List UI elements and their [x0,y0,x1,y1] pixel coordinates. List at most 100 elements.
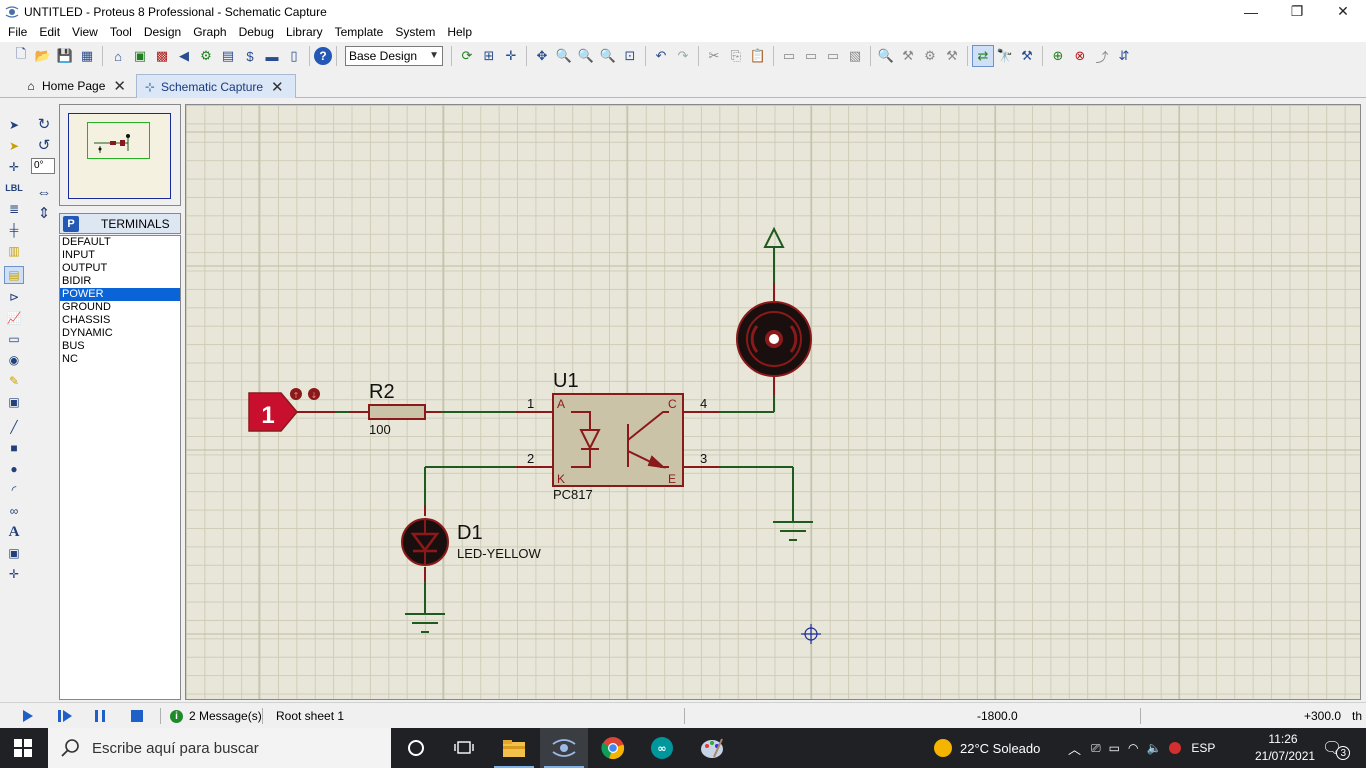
zoom-area-icon[interactable]: ⊡ [619,45,641,67]
list-item[interactable]: INPUT [60,249,180,262]
schematic-icon[interactable]: ▣ [129,45,151,67]
packaging-tool-icon[interactable]: ⚙ [919,45,941,67]
pan-icon[interactable]: ✥ [531,45,553,67]
menu-library[interactable]: Library [280,23,329,42]
menu-edit[interactable]: Edit [33,23,66,42]
taskbar-search-box[interactable]: Escribe aquí para buscar [48,728,391,768]
wire-label-icon[interactable]: LBL [4,179,24,197]
junction-dot-icon[interactable]: ✛ [4,158,24,176]
list-item[interactable]: GROUND [60,301,180,314]
list-item[interactable]: BIDIR [60,275,180,288]
paste-icon[interactable]: 📋 [747,45,769,67]
volume-icon[interactable]: 🔈 [1146,741,1161,755]
goto-sheet-icon[interactable]: ⤴ [1091,45,1113,67]
cortana-icon[interactable] [392,728,440,768]
box-icon[interactable]: ■ [4,439,24,457]
probe-icon[interactable]: ✎ [4,372,24,390]
home-icon[interactable]: ⌂ [107,45,129,67]
camera-icon[interactable]: ⎚ [1091,741,1101,756]
pause-button[interactable] [93,703,107,729]
input-language[interactable]: ESP [1191,741,1215,755]
virtual-instruments-icon[interactable]: ▣ [4,393,24,411]
text-script-icon[interactable]: ≣ [4,200,24,218]
decompose-icon[interactable]: ⚒ [941,45,963,67]
subcircuit-icon[interactable]: ▥ [4,242,24,260]
overview-window[interactable] [59,104,181,206]
tape-recorder-icon[interactable]: ▭ [4,330,24,348]
generator-icon[interactable]: ◉ [4,351,24,369]
arduino-icon[interactable]: ∞ [638,728,686,768]
proteus-taskbar-icon[interactable] [540,728,588,768]
bus-icon[interactable]: ╪ [4,221,24,239]
minimize-button[interactable]: — [1228,0,1274,23]
arc-icon[interactable]: ◜ [4,481,24,499]
pick-button[interactable]: P [63,215,79,232]
3d-icon[interactable]: ▤ [217,45,239,67]
undo-icon[interactable]: ↶ [650,45,672,67]
close-icon[interactable]: ✕ [271,78,284,96]
back-icon[interactable]: ◀ [173,45,195,67]
zoom-in-icon[interactable]: 🔍 [553,45,575,67]
security-alert-icon[interactable] [1169,742,1182,754]
messages-indicator[interactable]: i 2 Message(s) [170,703,262,729]
graph-icon[interactable]: 📈 [4,309,24,327]
windows-start-icon[interactable] [14,739,32,757]
mirror-vertical-icon[interactable]: ⇕ [33,203,55,223]
block-copy-icon[interactable]: ▭ [778,45,800,67]
close-window-button[interactable]: ✕ [1320,0,1366,23]
notification-center[interactable]: 🗨 3 [1322,728,1351,768]
tab-schematic-capture[interactable]: ⊹ Schematic Capture ✕ [136,74,296,98]
ground-terminal-emitter[interactable] [773,521,813,541]
rotation-angle-input[interactable]: 0° [31,158,55,174]
ground-terminal-led[interactable] [405,613,445,633]
list-item[interactable]: DYNAMIC [60,327,180,340]
list-item[interactable]: BUS [60,340,180,353]
menu-system[interactable]: System [389,23,441,42]
help-icon[interactable]: ? [314,47,332,65]
optocoupler-u1[interactable]: U1 PC817 A K C E 1 2 3 4 [516,370,719,502]
rotate-clockwise-icon[interactable]: ↻ [33,114,55,134]
dc-motor[interactable] [736,283,812,395]
import-icon[interactable]: ▦ [76,45,98,67]
bom-icon[interactable]: $ [239,45,261,67]
block-move-icon[interactable]: ▭ [800,45,822,67]
cut-icon[interactable]: ✂ [703,45,725,67]
selection-mode-icon[interactable]: ➤ [4,116,24,134]
stop-button[interactable] [130,703,144,729]
close-icon[interactable]: ✕ [113,77,126,95]
taskbar-clock[interactable]: 11:26 21/07/2021 [1255,731,1315,765]
file-explorer-icon[interactable] [490,728,538,768]
block-delete-icon[interactable]: ▧ [844,45,866,67]
text-icon[interactable]: A [4,523,24,541]
list-item-selected[interactable]: POWER [60,288,180,301]
marker-icon[interactable]: ✛ [4,565,24,583]
device-pins-icon[interactable]: ⊳ [4,288,24,306]
symbol-icon[interactable]: ▣ [4,544,24,562]
new-sheet-icon[interactable]: ⊕ [1047,45,1069,67]
design-explorer-icon[interactable]: ▬ [261,45,283,67]
path-icon[interactable]: ∞ [4,502,24,520]
chrome-icon[interactable] [589,728,637,768]
pcb-icon[interactable]: ▩ [151,45,173,67]
menu-design[interactable]: Design [138,23,187,42]
zoom-out-icon[interactable]: 🔍 [575,45,597,67]
block-rotate-icon[interactable]: ▭ [822,45,844,67]
redo-icon[interactable]: ↷ [672,45,694,67]
netlist-icon[interactable]: ⇵ [1113,45,1135,67]
menu-template[interactable]: Template [329,23,390,42]
make-device-icon[interactable]: ⚒ [897,45,919,67]
weather-widget[interactable]: 22°C Soleado [934,728,1040,768]
list-item[interactable]: NC [60,353,180,366]
list-item[interactable]: CHASSIS [60,314,180,327]
list-item[interactable]: OUTPUT [60,262,180,275]
schematic-drawing[interactable]: 1 ↑ ↓ R2 100 U1 PC817 A K C E 1 2 3 4 D1… [186,105,1361,700]
power-terminal[interactable] [763,226,785,283]
copy-icon[interactable]: ⎘ [725,45,747,67]
line-icon[interactable]: ╱ [4,418,24,436]
step-button[interactable] [57,703,73,729]
terminals-mode-icon[interactable]: ▤ [4,266,24,284]
circle-icon[interactable]: ● [4,460,24,478]
battery-icon[interactable]: ▭ [1109,741,1120,755]
report-icon[interactable]: ▯ [283,45,305,67]
search-tag-icon[interactable]: 🔭 [994,45,1016,67]
